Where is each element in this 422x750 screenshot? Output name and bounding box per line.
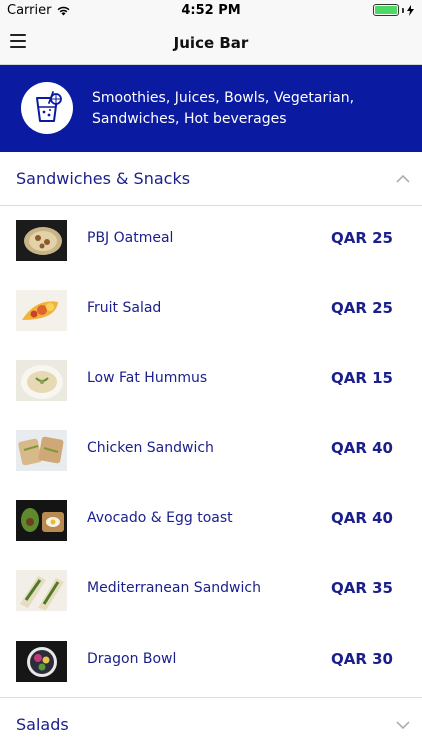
section-header-salads[interactable]: Salads xyxy=(0,697,422,750)
chevron-down-icon xyxy=(396,721,410,730)
low-fat-hummus-image xyxy=(16,360,67,401)
item-price: QAR 15 xyxy=(330,369,393,387)
drink-glass-icon xyxy=(21,82,73,134)
section-header-sandwiches-snacks[interactable]: Sandwiches & Snacks xyxy=(0,152,422,206)
battery-indicator xyxy=(373,4,414,16)
chevron-up-icon xyxy=(396,174,410,183)
section-title: Salads xyxy=(16,715,69,734)
item-name: Low Fat Hummus xyxy=(87,370,208,386)
item-name: Fruit Salad xyxy=(87,300,162,316)
item-price: QAR 30 xyxy=(330,650,393,668)
item-price: QAR 25 xyxy=(330,299,393,317)
status-time: 4:52 PM xyxy=(181,3,241,18)
page-title: Juice Bar xyxy=(173,34,249,52)
menu-item-fruit-salad[interactable]: Fruit Salad QAR 25 xyxy=(0,276,422,346)
menu-item-mediterranean-sandwich[interactable]: Mediterranean Sandwich QAR 35 xyxy=(0,556,422,626)
item-name: Avocado & Egg toast xyxy=(87,510,233,526)
menu-item-dragon-bowl[interactable]: Dragon Bowl QAR 30 xyxy=(0,627,422,697)
item-price: QAR 25 xyxy=(330,229,393,247)
avocado-egg-toast-image xyxy=(16,500,67,541)
navigation-bar: Juice Bar xyxy=(0,22,422,65)
menu-item-chicken-sandwich[interactable]: Chicken Sandwich QAR 40 xyxy=(0,416,422,486)
mediterranean-sandwich-image xyxy=(16,570,67,611)
item-name: Dragon Bowl xyxy=(87,651,177,667)
category-banner: Smoothies, Juices, Bowls, Vegetarian, Sa… xyxy=(0,65,422,152)
dragon-bowl-image xyxy=(16,641,67,682)
battery-icon xyxy=(373,4,399,16)
chicken-sandwich-image xyxy=(16,430,67,471)
item-name: PBJ Oatmeal xyxy=(87,230,174,246)
section-title: Sandwiches & Snacks xyxy=(16,169,191,188)
fruit-salad-image xyxy=(16,290,67,331)
item-name: Chicken Sandwich xyxy=(87,440,214,456)
item-name: Mediterranean Sandwich xyxy=(87,580,261,596)
item-price: QAR 40 xyxy=(330,509,393,527)
item-price: QAR 35 xyxy=(330,579,393,597)
charging-icon xyxy=(407,4,414,16)
status-bar: Carrier 4:52 PM xyxy=(0,0,422,22)
menu-item-pbj-oatmeal[interactable]: PBJ Oatmeal QAR 25 xyxy=(0,206,422,276)
item-price: QAR 40 xyxy=(330,439,393,457)
pbj-oatmeal-image xyxy=(16,220,67,261)
menu-item-avocado-egg-toast[interactable]: Avocado & Egg toast QAR 40 xyxy=(0,486,422,556)
menu-item-low-fat-hummus[interactable]: Low Fat Hummus QAR 15 xyxy=(0,346,422,416)
banner-categories-text: Smoothies, Juices, Bowls, Vegetarian, Sa… xyxy=(92,90,355,127)
